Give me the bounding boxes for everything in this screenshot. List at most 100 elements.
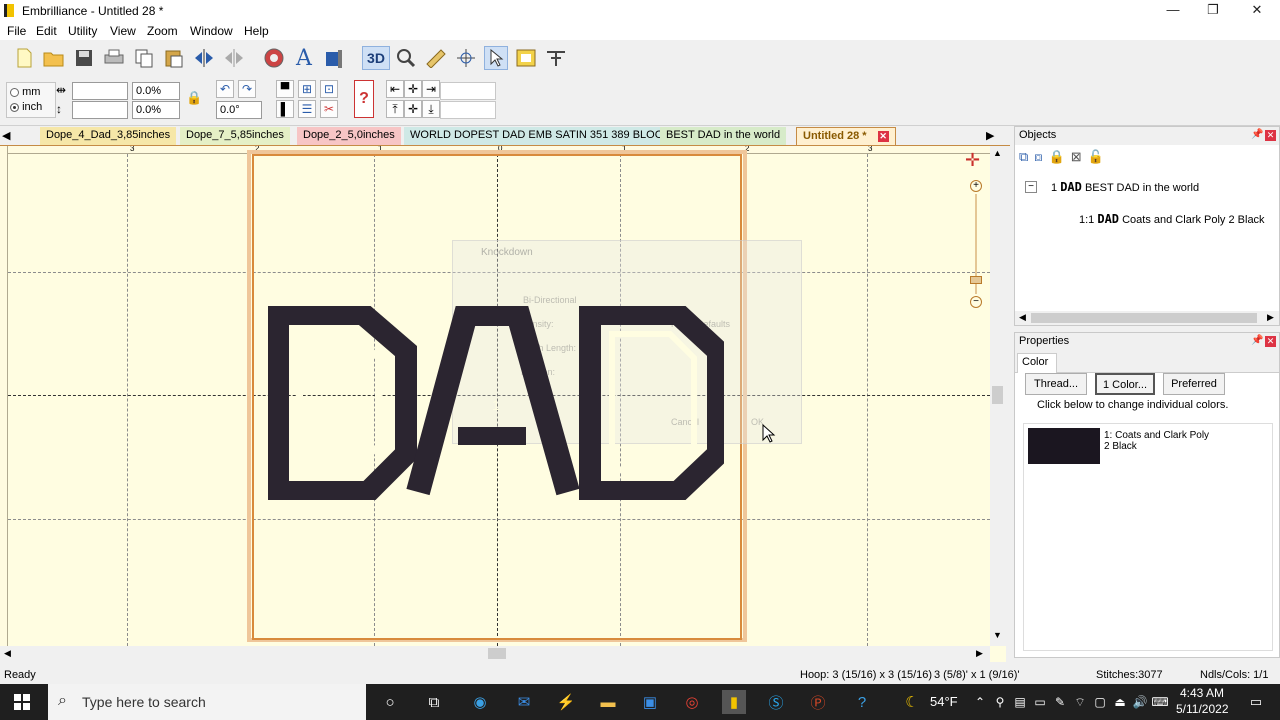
align-top-icon[interactable]: ▀: [276, 80, 294, 98]
properties-icon[interactable]: [514, 46, 538, 70]
lock-aspect-icon[interactable]: 🔒: [186, 90, 202, 106]
mirror-vertical-icon[interactable]: [222, 46, 246, 70]
scroll-up-icon[interactable]: ▲: [993, 148, 1002, 158]
panel-close-icon[interactable]: ✕: [1265, 336, 1276, 347]
view-3d-button[interactable]: 3D: [362, 46, 390, 70]
space-left-icon[interactable]: ⇤: [386, 80, 404, 98]
space-right-icon[interactable]: ⇥: [422, 80, 440, 98]
scroll-down-icon[interactable]: ▼: [993, 630, 1002, 640]
one-color-button[interactable]: 1 Color...: [1095, 373, 1155, 395]
scroll-right-icon[interactable]: ▶: [1267, 312, 1274, 323]
new-file-icon[interactable]: [12, 46, 36, 70]
menu-window[interactable]: Window: [190, 24, 233, 38]
scroll-thumb[interactable]: [1031, 313, 1257, 323]
mail-icon[interactable]: ✉: [512, 690, 536, 714]
panel-close-icon[interactable]: ✕: [1265, 130, 1276, 141]
select-tool-icon[interactable]: [484, 46, 508, 70]
taskbar-search-input[interactable]: ⌕ Type here to search: [48, 684, 366, 720]
mirror-horizontal-icon[interactable]: [192, 46, 216, 70]
maximize-button[interactable]: ❐: [1190, 0, 1236, 22]
close-button[interactable]: ✕: [1234, 0, 1280, 22]
zoom-slider-thumb[interactable]: [970, 276, 982, 284]
zoom-out-icon[interactable]: −: [970, 296, 982, 308]
app-lightning-icon[interactable]: ⚡: [554, 690, 578, 714]
tab-untitled-28[interactable]: Untitled 28 * ✕: [796, 127, 896, 145]
thread-button[interactable]: Thread...: [1025, 373, 1087, 395]
collapse-icon[interactable]: −: [1025, 181, 1037, 193]
menu-view[interactable]: View: [110, 24, 136, 38]
scroll-thumb[interactable]: [992, 386, 1003, 404]
group-icon[interactable]: ⧉: [1019, 149, 1034, 164]
chrome-icon[interactable]: ◎: [680, 690, 704, 714]
color-swatch[interactable]: [1028, 428, 1100, 464]
menu-file[interactable]: File: [7, 24, 26, 38]
spacing-field[interactable]: [440, 82, 496, 100]
zoom-in-icon[interactable]: +: [970, 180, 982, 192]
pin-icon[interactable]: 📌: [1251, 129, 1263, 140]
merge-icon[interactable]: [322, 46, 346, 70]
menu-zoom[interactable]: Zoom: [147, 24, 178, 38]
text-tool-icon[interactable]: A: [292, 46, 316, 71]
compass-icon[interactable]: ✛: [965, 150, 985, 170]
cortana-icon[interactable]: ○: [378, 690, 402, 714]
rotation-field[interactable]: 0.0°: [216, 101, 262, 119]
ungroup-icon[interactable]: ⧈: [1034, 149, 1048, 164]
canvas-vertical-scrollbar[interactable]: ▲ ▼: [990, 146, 1006, 646]
unit-inch-radio[interactable]: inch: [10, 101, 42, 113]
copy-icon[interactable]: [132, 46, 156, 70]
unlock-icon[interactable]: 🔓: [1088, 149, 1110, 164]
center-both-icon[interactable]: ⊡: [320, 80, 338, 98]
scroll-left-icon[interactable]: ◀: [1019, 312, 1026, 323]
task-view-icon[interactable]: ⧉: [422, 690, 446, 714]
split-icon[interactable]: [544, 46, 568, 70]
canvas-horizontal-scrollbar[interactable]: ◀ ▶: [0, 646, 990, 662]
edge-icon[interactable]: ◉: [468, 690, 492, 714]
skype-icon[interactable]: Ⓢ: [764, 690, 788, 714]
center-horizontal-icon[interactable]: ⊞: [298, 80, 316, 98]
preferred-button[interactable]: Preferred: [1163, 373, 1225, 395]
help-icon[interactable]: ?: [850, 690, 874, 714]
objects-horizontal-scrollbar[interactable]: ◀ ▶: [1015, 311, 1279, 325]
store-icon[interactable]: ▣: [638, 690, 662, 714]
center-vertical-icon[interactable]: ☰: [298, 100, 316, 118]
menu-edit[interactable]: Edit: [36, 24, 57, 38]
scroll-left-icon[interactable]: ◀: [4, 648, 11, 659]
print-icon[interactable]: [102, 46, 126, 70]
height-field[interactable]: [72, 101, 128, 119]
tab-color[interactable]: Color: [1017, 353, 1057, 373]
lock-all-icon[interactable]: ⊠: [1071, 149, 1088, 164]
language-icon[interactable]: ⌨: [1148, 690, 1172, 714]
design-canvas[interactable]: 3 2 1 0 1 2 3 Knockdown Bi-Directional D…: [0, 146, 1006, 662]
help-card-icon[interactable]: ?: [354, 80, 374, 118]
notifications-icon[interactable]: ▭: [1244, 690, 1268, 714]
space-center-icon[interactable]: ✛: [404, 80, 422, 98]
tab-dope-4-dad[interactable]: Dope_4_Dad_3,85inches: [40, 127, 177, 145]
tab-best-dad[interactable]: BEST DAD in the world: [660, 127, 787, 145]
embrilliance-taskbar-icon[interactable]: ▮: [722, 690, 746, 714]
tab-dope-2[interactable]: Dope_2_5,0inches: [297, 127, 401, 145]
height-percent-field[interactable]: 0.0%: [132, 101, 180, 119]
tab-close-icon[interactable]: ✕: [877, 131, 889, 142]
design-object[interactable]: 1: [267, 302, 729, 503]
tab-scroll-left-icon[interactable]: ◀: [2, 127, 16, 145]
thread-spool-icon[interactable]: [262, 46, 286, 70]
clock-date[interactable]: 5/11/2022: [1176, 702, 1229, 716]
save-icon[interactable]: [72, 46, 96, 70]
tab-world-dopest-dad[interactable]: WORLD DOPEST DAD EMB SATIN 351 389 BLOCK: [404, 127, 677, 145]
object-subitem[interactable]: 1:1 DAD Coats and Clark Poly 2 Black: [1079, 212, 1265, 226]
space-middle-icon[interactable]: ✛: [404, 100, 422, 118]
width-field[interactable]: [72, 82, 128, 100]
unit-mm-radio[interactable]: mm: [10, 86, 40, 98]
powerpoint-icon[interactable]: Ⓟ: [806, 690, 830, 714]
tab-scroll-right-icon[interactable]: ▶: [986, 127, 1000, 145]
menu-help[interactable]: Help: [244, 24, 269, 38]
ruler-icon[interactable]: [424, 46, 448, 70]
space-bottom-icon[interactable]: ⤓: [422, 100, 440, 118]
align-left-icon[interactable]: ▌: [276, 100, 294, 118]
file-explorer-icon[interactable]: ▬: [596, 690, 620, 714]
menu-utility[interactable]: Utility: [68, 24, 97, 38]
paste-icon[interactable]: [162, 46, 186, 70]
rotate-right-icon[interactable]: ↷: [238, 80, 256, 98]
object-item[interactable]: 1 DAD BEST DAD in the world: [1051, 180, 1199, 194]
cut-icon[interactable]: ✂: [320, 100, 338, 118]
